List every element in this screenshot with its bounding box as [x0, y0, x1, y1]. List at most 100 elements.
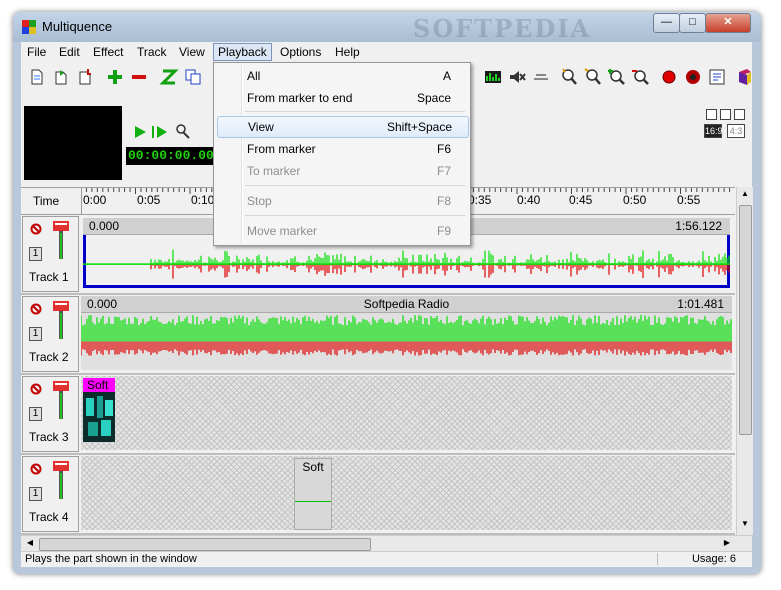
- track-lane[interactable]: Soft: [81, 456, 732, 530]
- view-minimize-button[interactable]: [706, 109, 717, 120]
- audio-clip[interactable]: Soft: [294, 458, 332, 530]
- book-icon[interactable]: [735, 67, 755, 87]
- zoom-minus-icon[interactable]: [631, 67, 651, 87]
- clip-length: 1:56.122: [675, 219, 722, 233]
- menu-item-label: Stop: [247, 194, 272, 208]
- tick-label: 0:50: [623, 193, 647, 207]
- mute-icon[interactable]: [30, 383, 42, 395]
- mute-icon[interactable]: [30, 303, 42, 315]
- menu-item-view[interactable]: View Shift+Space: [217, 116, 469, 138]
- menu-item-label: Move marker: [247, 224, 318, 238]
- clip-icon[interactable]: [531, 67, 551, 87]
- menu-item-to-marker[interactable]: To marker F7: [217, 161, 467, 181]
- menu-effect[interactable]: Effect: [89, 44, 127, 60]
- scrub-icon[interactable]: [174, 123, 192, 141]
- menu-playback[interactable]: Playback: [213, 43, 272, 61]
- track-row: 1 Track 2 0.000 Softpedia Radio 1:01.481: [21, 295, 735, 375]
- clip-title: Softpedia Radio: [363, 297, 450, 311]
- scroll-up-arrow[interactable]: ▲: [739, 189, 751, 201]
- mute-icon[interactable]: [30, 223, 42, 235]
- track-channel-number[interactable]: 1: [29, 407, 42, 421]
- clip-label: Soft: [83, 378, 115, 392]
- menu-item-move-marker[interactable]: Move marker F9: [217, 221, 467, 241]
- zoom-plus-icon[interactable]: [607, 67, 627, 87]
- zoom-in-icon[interactable]: [559, 67, 579, 87]
- open-file-icon[interactable]: [51, 67, 71, 87]
- close-button[interactable]: ✕: [705, 13, 751, 33]
- menu-track[interactable]: Track: [133, 44, 171, 60]
- view-restore-button[interactable]: [720, 109, 731, 120]
- track-row: 1 Track 4 Soft: [21, 455, 735, 535]
- volume-fader[interactable]: [53, 221, 69, 259]
- volume-fader[interactable]: [53, 301, 69, 339]
- scroll-left-arrow[interactable]: ◀: [24, 538, 36, 550]
- menu-help[interactable]: Help: [331, 44, 364, 60]
- volume-fader[interactable]: [53, 381, 69, 419]
- menu-item-label: To marker: [247, 164, 301, 178]
- track-lane[interactable]: Soft: [81, 376, 732, 450]
- menu-separator: [245, 185, 465, 186]
- usage-indicator: Usage: 6: [657, 553, 736, 565]
- scroll-down-arrow[interactable]: ▼: [739, 519, 751, 531]
- mute-icon[interactable]: [30, 463, 42, 475]
- menu-item-from-marker-to-end[interactable]: From marker to end Space: [217, 88, 467, 108]
- playback-menu: All A From marker to end Space View Shift+S…: [213, 62, 471, 246]
- scroll-thumb[interactable]: [39, 538, 371, 551]
- save-file-icon[interactable]: [75, 67, 95, 87]
- track-channel-number[interactable]: 1: [29, 247, 42, 261]
- maximize-button[interactable]: □: [679, 13, 706, 33]
- app-icon: [22, 20, 36, 34]
- effects-icon[interactable]: [683, 67, 703, 87]
- window-title: Multiquence: [42, 19, 113, 34]
- zoom-fit-icon[interactable]: [583, 67, 603, 87]
- view-maximize-button[interactable]: [734, 109, 745, 120]
- menu-edit[interactable]: Edit: [55, 44, 84, 60]
- video-preview: [24, 106, 122, 180]
- track-channel-number[interactable]: 1: [29, 487, 42, 501]
- tick-label: 0:40: [517, 193, 541, 207]
- video-clip[interactable]: Soft: [83, 378, 115, 444]
- tick-label: 0:55: [677, 193, 701, 207]
- play-from-marker-icon[interactable]: [151, 123, 169, 141]
- menu-item-stop[interactable]: Stop F8: [217, 191, 467, 211]
- track-name: Track 3: [29, 430, 69, 444]
- scroll-right-arrow[interactable]: ▶: [721, 538, 733, 550]
- zoom-z-icon[interactable]: [159, 67, 179, 87]
- clip-label: Soft: [302, 460, 324, 474]
- horizontal-scrollbar[interactable]: ◀ ▶: [21, 535, 752, 552]
- record-icon[interactable]: [659, 67, 679, 87]
- menu-view[interactable]: View: [175, 44, 209, 60]
- menu-options[interactable]: Options: [276, 44, 325, 60]
- play-icon[interactable]: [131, 123, 149, 141]
- new-file-icon[interactable]: [27, 67, 47, 87]
- tick-label: 0:05: [137, 193, 161, 207]
- spectrum-icon[interactable]: [483, 67, 503, 87]
- track-header: 1 Track 4: [22, 456, 79, 532]
- waveform-left-channel: [150, 249, 730, 265]
- tick-label: 0:45: [569, 193, 593, 207]
- volume-fader[interactable]: [53, 461, 69, 499]
- scroll-thumb[interactable]: [739, 205, 752, 435]
- track-lane[interactable]: 0.000 Softpedia Radio 1:01.481: [81, 296, 732, 370]
- copy-icon[interactable]: [183, 67, 203, 87]
- aspect-16-9-button[interactable]: 16:9: [704, 124, 723, 138]
- menu-file[interactable]: File: [23, 44, 50, 60]
- track-channel-number[interactable]: 1: [29, 327, 42, 341]
- properties-icon[interactable]: [707, 67, 727, 87]
- mute-speaker-icon[interactable]: [507, 67, 527, 87]
- track-name: Track 4: [29, 510, 69, 524]
- tick-label: 0:00: [83, 193, 107, 207]
- vertical-scrollbar[interactable]: ▲ ▼: [736, 187, 753, 535]
- menu-item-all[interactable]: All A: [217, 66, 467, 86]
- aspect-4-3-button[interactable]: 4:3: [727, 124, 745, 138]
- menu-item-shortcut: A: [442, 69, 451, 83]
- add-icon[interactable]: [105, 67, 125, 87]
- waveform-samples: [81, 315, 732, 356]
- menu-item-from-marker[interactable]: From marker F6: [217, 139, 467, 159]
- tick-label: 0:10: [191, 193, 215, 207]
- clip-header[interactable]: 0.000 Softpedia Radio 1:01.481: [81, 296, 732, 313]
- minimize-button[interactable]: —: [653, 13, 680, 33]
- time-label: Time: [33, 194, 60, 208]
- remove-icon[interactable]: [129, 67, 149, 87]
- track-row: 1 Track 3 Soft: [21, 375, 735, 455]
